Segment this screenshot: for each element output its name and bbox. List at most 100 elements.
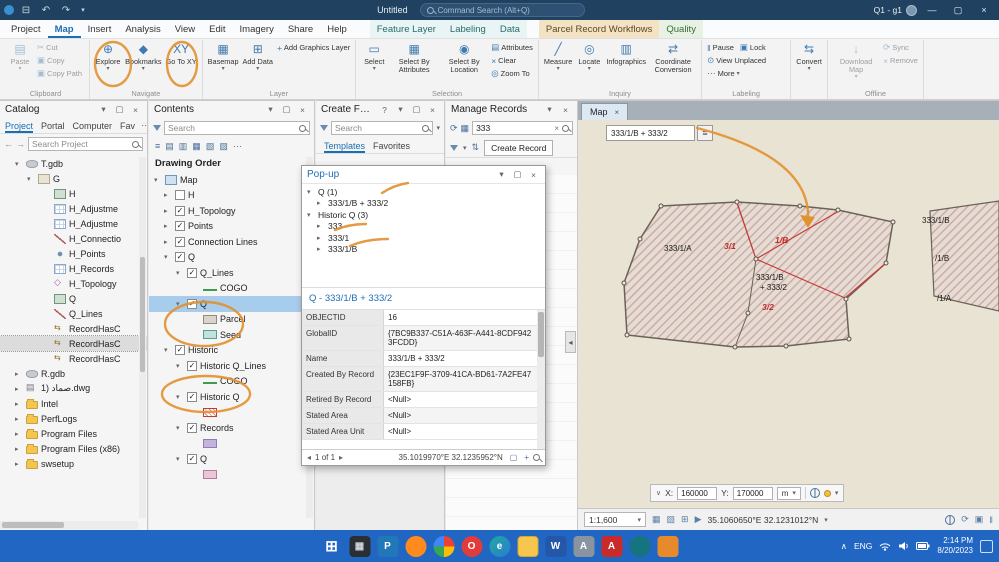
menu-tab[interactable]: Labeling — [443, 20, 493, 38]
create-features-tab[interactable]: Favorites — [373, 138, 410, 153]
layer-tree-item[interactable]: COGO — [149, 374, 314, 390]
expander-icon[interactable] — [176, 393, 184, 401]
popup-record-item[interactable]: Q (1) — [302, 186, 545, 198]
camera-icon[interactable]: ▣ — [975, 514, 984, 525]
catalog-tree-item[interactable]: Program Files — [0, 426, 147, 441]
catalog-tab[interactable]: Fav — [120, 118, 135, 133]
chevron-down-icon[interactable]: ▾ — [436, 124, 440, 132]
catalog-tree-item[interactable]: G — [0, 171, 147, 186]
expander-icon[interactable] — [15, 400, 23, 408]
list-by-source-icon[interactable]: ▤ — [165, 141, 174, 152]
app-dark[interactable]: ▦ — [349, 536, 370, 557]
grid-view-icon[interactable]: ▦ — [461, 123, 470, 134]
dock-icon[interactable]: ▢ — [511, 169, 524, 180]
ribbon-small-button[interactable]: Remove — [881, 54, 920, 67]
expander-icon[interactable] — [176, 424, 184, 432]
layer-tree-item[interactable]: Historic Q — [149, 389, 314, 405]
hidden-icons-chevron[interactable]: ∧ — [841, 541, 847, 552]
refresh-icon[interactable]: ⟳ — [450, 123, 458, 134]
map-view[interactable]: Map × — [578, 100, 999, 530]
layer-tree-item[interactable]: Seed — [149, 327, 314, 343]
avatar[interactable] — [906, 5, 917, 16]
collapse-chevron-icon[interactable]: ◂ — [565, 331, 576, 353]
catalog-tree-item[interactable]: Intel — [0, 396, 147, 411]
filter-icon[interactable] — [153, 125, 161, 131]
x-coordinate-input[interactable]: 160000 — [677, 487, 717, 500]
vertical-scrollbar[interactable] — [139, 157, 146, 518]
command-search-input[interactable]: Command Search (Alt+Q) — [420, 3, 585, 17]
layer-tree-item[interactable]: H — [149, 188, 314, 204]
menu-tab[interactable]: Project — [4, 20, 48, 38]
list-by-snapping-icon[interactable]: ▧ — [206, 141, 215, 152]
layer-tree-item[interactable]: Q — [149, 451, 314, 467]
catalog-tree-item[interactable]: Q — [0, 291, 147, 306]
minimize-button[interactable]: — — [921, 5, 943, 15]
notification-center-button[interactable] — [980, 540, 993, 553]
catalog-tab[interactable]: Project — [5, 118, 33, 133]
catalog-tree-item[interactable]: R.gdb — [0, 366, 147, 381]
ribbon-small-button[interactable]: Copy — [35, 54, 69, 67]
volume-icon[interactable] — [898, 541, 909, 551]
layer-tree-item[interactable] — [149, 436, 314, 452]
ribbon-small-button[interactable]: Pause — [705, 41, 738, 54]
layer-visibility-checkbox[interactable] — [187, 299, 197, 309]
chevron-down-icon[interactable]: ▾ — [824, 516, 828, 524]
layer-visibility-checkbox[interactable] — [175, 237, 185, 247]
create-record-button[interactable]: Create Record — [484, 140, 553, 156]
menu-tab[interactable]: Share — [281, 20, 320, 38]
record-search-input[interactable]: 333 × — [472, 121, 573, 135]
map-search-overlay-input[interactable]: 333/1/B + 333/2 — [606, 125, 695, 141]
acrobat[interactable]: A — [601, 536, 622, 557]
close-icon[interactable]: × — [527, 170, 540, 180]
select-icon[interactable]: ▢ — [510, 453, 518, 462]
popup-record-item[interactable]: Historic Q (3) — [302, 209, 545, 221]
catalog-tree-item[interactable]: Program Files (x86) — [0, 441, 147, 456]
clear-search-icon[interactable]: × — [554, 124, 559, 133]
catalog-tab[interactable]: Computer — [73, 118, 113, 133]
back-icon[interactable]: ← — [4, 139, 13, 149]
expander-icon[interactable] — [164, 253, 172, 261]
layer-tree-item[interactable]: Historic Q_Lines — [149, 358, 314, 374]
menu-tab[interactable]: Edit — [202, 20, 232, 38]
layer-tree-item[interactable] — [149, 405, 314, 421]
close-icon[interactable]: × — [426, 105, 439, 115]
ribbon-big-button[interactable]: Select By Attributes — [389, 41, 439, 76]
catalog-search-input[interactable]: Search Project — [28, 137, 143, 151]
catalog-tree-item[interactable]: Q_Lines — [0, 306, 147, 321]
ribbon-small-button[interactable]: Copy Path — [35, 67, 86, 80]
catalog-tree-item[interactable]: H_Records — [0, 261, 147, 276]
quick-access-caret-icon[interactable]: ▾ — [78, 6, 88, 14]
catalog-tree-item[interactable]: RecordHasC — [0, 351, 147, 366]
horizontal-scrollbar[interactable] — [0, 521, 138, 529]
expander-icon[interactable] — [176, 269, 184, 277]
close-icon[interactable]: × — [296, 105, 309, 115]
layer-visibility-checkbox[interactable] — [175, 206, 185, 216]
previous-record-icon[interactable]: ◂ — [307, 453, 311, 462]
layer-visibility-checkbox[interactable] — [187, 423, 197, 433]
catalog-tree-item[interactable]: RecordHasC — [0, 336, 147, 351]
firefox[interactable] — [405, 536, 426, 557]
redo-icon[interactable]: ↷ — [58, 5, 74, 16]
app-gray[interactable]: A — [573, 536, 594, 557]
ribbon-small-button[interactable]: View Unplaced — [705, 54, 770, 67]
list-by-editing-icon[interactable]: ▦ — [192, 141, 201, 152]
filter-icon[interactable] — [320, 125, 328, 131]
clock[interactable]: 2:14 PM 8/20/2023 — [937, 536, 973, 555]
ribbon-big-button[interactable]: Select ▾ — [359, 41, 389, 73]
ribbon-big-button[interactable]: Measure ▾ — [542, 41, 574, 73]
ribbon-big-button[interactable]: Coordinate Conversion — [648, 41, 698, 76]
list-by-selection-icon[interactable]: ▥ — [179, 141, 188, 152]
expander-icon[interactable] — [176, 362, 184, 370]
expander-icon[interactable] — [15, 160, 23, 168]
expander-icon[interactable] — [15, 415, 23, 423]
menu-tab[interactable]: Map — [48, 20, 81, 38]
pin-icon[interactable]: ▢ — [280, 104, 293, 115]
panel-menu-icon[interactable]: ▾ — [543, 104, 556, 115]
expander-icon[interactable] — [15, 460, 23, 468]
expander-icon[interactable] — [307, 188, 315, 196]
filter-icon[interactable] — [450, 145, 458, 151]
list-by-drawing-order-icon[interactable]: ≡ — [155, 141, 160, 151]
layout-icon[interactable]: ▧ — [667, 514, 676, 525]
expander-icon[interactable] — [15, 385, 23, 393]
panel-menu-icon[interactable]: ▾ — [394, 104, 407, 115]
